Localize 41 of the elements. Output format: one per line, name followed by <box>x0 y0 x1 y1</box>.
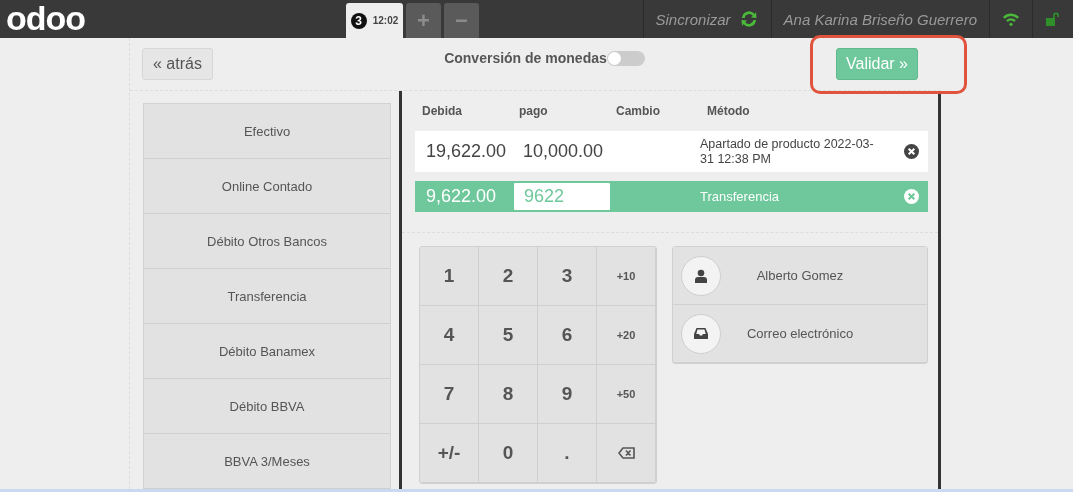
numpad-key[interactable]: 7 <box>420 365 479 424</box>
numpad-key[interactable]: +20 <box>597 306 656 365</box>
numpad-key[interactable]: 3 <box>538 247 597 306</box>
remove-icon[interactable] <box>903 144 919 159</box>
person-icon <box>695 268 707 283</box>
numpad-key[interactable]: 8 <box>479 365 538 424</box>
wifi-icon <box>1002 12 1020 26</box>
numpad-key[interactable]: 4 <box>420 306 479 365</box>
backspace-key[interactable] <box>597 424 656 483</box>
column-header: Cambio <box>615 104 661 118</box>
currency-conversion-label: Conversión de monedas <box>444 50 607 66</box>
unlocked-icon[interactable] <box>1045 11 1061 27</box>
due-amount: 19,622.00 <box>425 141 508 162</box>
due-amount: 9,622.00 <box>425 186 498 207</box>
currency-conversion-toggle[interactable] <box>606 50 645 66</box>
numpad-key[interactable]: +/- <box>420 424 479 483</box>
numpad-key[interactable]: 2 <box>479 247 538 306</box>
paid-amount: 10,000.00 <box>522 141 605 162</box>
logo: odoo <box>5 0 87 38</box>
column-header: Debida <box>421 104 463 118</box>
order-tab[interactable]: 3 12:02 <box>346 3 403 38</box>
numpad-key[interactable]: +10 <box>597 247 656 306</box>
payment-method-name: Apartado de producto 2022-03-31 12:38 PM <box>700 136 875 167</box>
order-number: 3 <box>350 12 367 29</box>
numpad-key[interactable]: 0 <box>479 424 538 483</box>
numpad-key[interactable]: 1 <box>420 247 479 306</box>
column-header: pago <box>518 104 549 118</box>
sync-label[interactable]: Sincronizar <box>655 10 731 28</box>
order-time: 12:02 <box>372 15 399 26</box>
backspace-icon <box>617 447 635 459</box>
customer-button[interactable]: Alberto Gomez <box>673 247 927 305</box>
numpad-key[interactable]: +50 <box>597 365 656 424</box>
user-name[interactable]: Ana Karina Briseño Guerrero <box>783 10 977 28</box>
numpad-key[interactable]: 6 <box>538 306 597 365</box>
column-header: Método <box>706 104 751 118</box>
numpad-key[interactable]: 9 <box>538 365 597 424</box>
back-button[interactable]: « atrás <box>142 48 213 80</box>
payment-method-name: Transferencia <box>700 189 780 204</box>
numpad-key[interactable]: 5 <box>479 306 538 365</box>
numpad-key[interactable]: . <box>538 424 597 483</box>
inbox-icon <box>694 328 708 339</box>
